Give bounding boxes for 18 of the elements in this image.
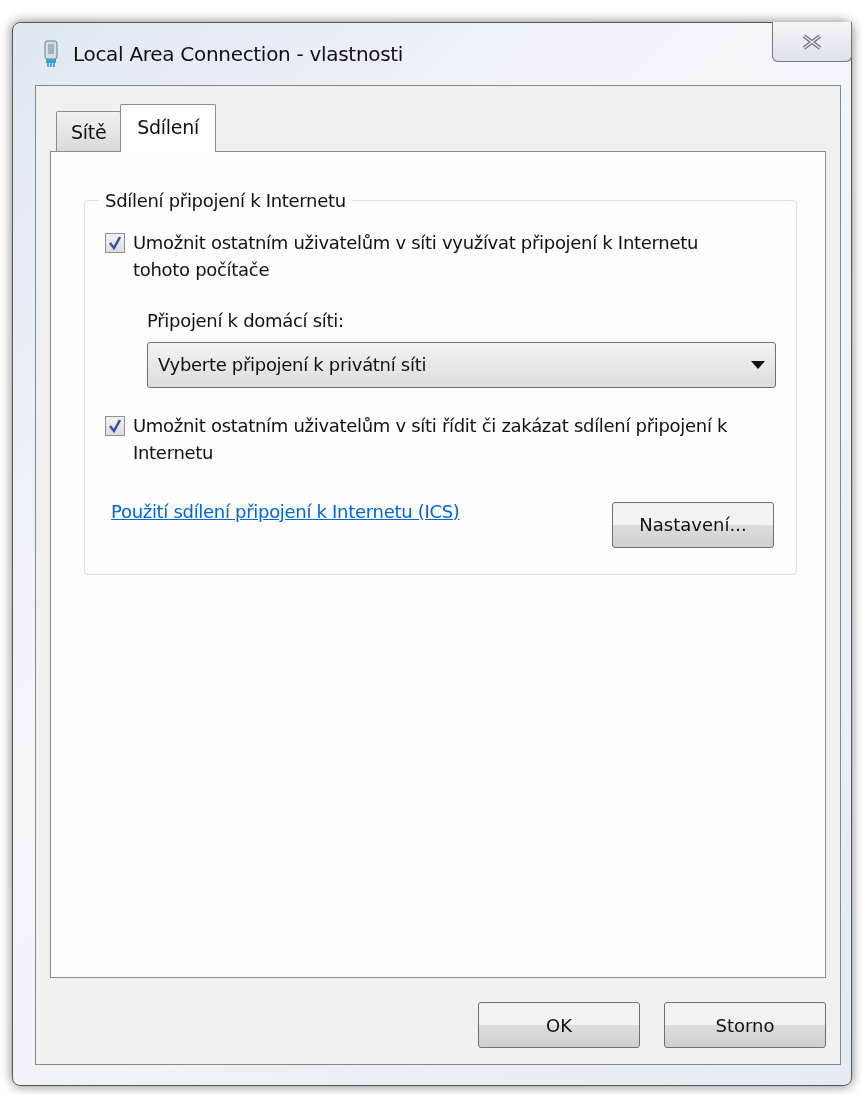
connection-dropdown[interactable]: Vyberte připojení k privátní síti [147, 341, 776, 388]
dropdown-value: Vyberte připojení k privátní síti [158, 353, 427, 377]
checkbox[interactable] [105, 232, 125, 253]
close-icon [801, 33, 823, 50]
dialog-button[interactable]: Storno [664, 1002, 826, 1048]
network-adapter-icon [43, 40, 59, 68]
close-button[interactable] [772, 22, 852, 62]
field-label: Připojení k domácí síti: [147, 308, 345, 333]
tab[interactable]: Sdílení [120, 104, 216, 152]
checkbox-label: Umožnit ostatním uživatelům v síti využívat připojení k Internetu tohoto počítače [133, 230, 700, 282]
settings-button[interactable]: Nastavení... [612, 501, 774, 548]
tab[interactable]: Sítě [56, 111, 122, 151]
checkbox-label: Umožnit ostatním uživatelům v síti řídit či zakázat sdílení připojení k Internetu [133, 413, 729, 465]
caret-icon [751, 360, 765, 369]
dialog-button[interactable]: OK [478, 1002, 640, 1048]
checkbox[interactable] [105, 415, 125, 436]
window-title: Local Area Connection - vlastnosti [73, 41, 404, 68]
help-link[interactable]: Použití sdílení připojení k Internetu (ICS) [111, 497, 460, 525]
